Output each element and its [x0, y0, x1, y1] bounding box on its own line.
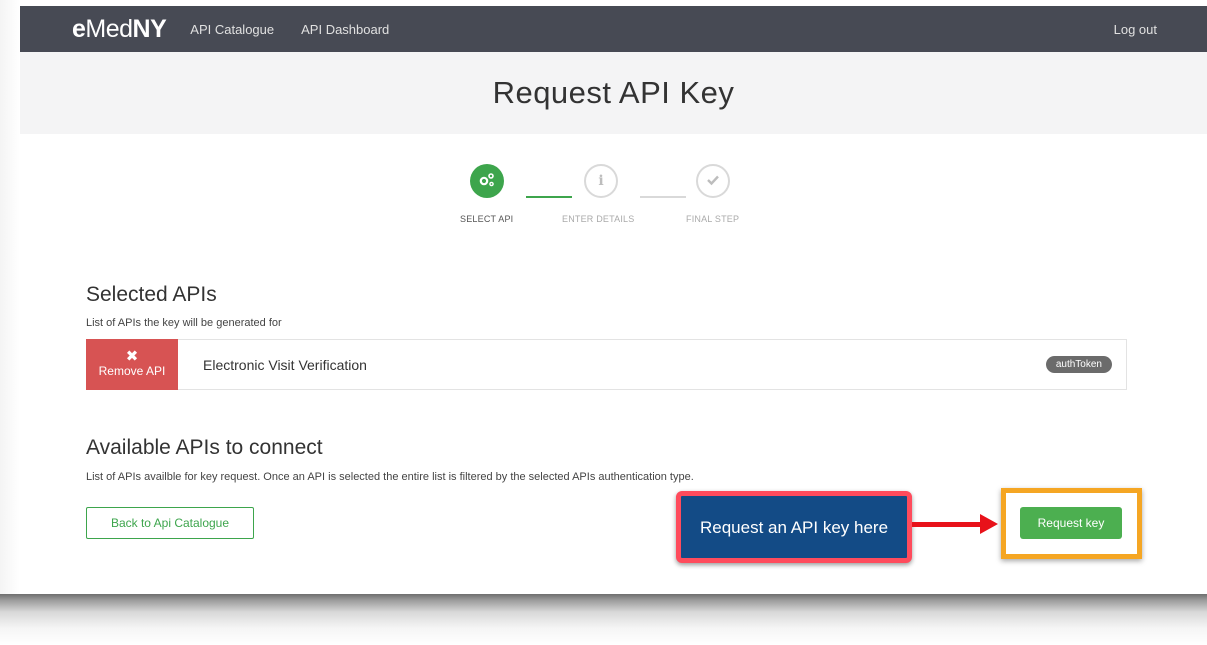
selected-apis-title: Selected APIs [86, 283, 217, 306]
nav-api-dashboard[interactable]: API Dashboard [301, 22, 389, 37]
remove-api-button[interactable]: ✖ Remove API [86, 338, 178, 390]
auth-type-badge: authToken [1045, 356, 1112, 373]
step-label-enter-details: ENTER DETAILS [562, 214, 635, 224]
page-header: Request API Key [20, 52, 1207, 134]
api-name: Electronic Visit Verification [203, 356, 367, 373]
page-title: Request API Key [492, 75, 735, 110]
request-key-button[interactable]: Request key [1020, 507, 1122, 539]
selected-apis-description: List of APIs the key will be generated f… [86, 317, 282, 329]
check-icon [706, 173, 720, 189]
annotation-arrow-head [980, 514, 998, 534]
nav-api-catalogue[interactable]: API Catalogue [190, 22, 274, 37]
left-gutter [0, 0, 20, 600]
brand-logo[interactable]: eMedNY [72, 6, 167, 52]
available-apis-description: List of APIs availble for key request. O… [86, 471, 694, 483]
step-label-final-step: FINAL STEP [686, 214, 740, 224]
brand-prefix: e [72, 15, 86, 43]
brand-mid: Med [85, 15, 133, 43]
back-to-catalogue-button[interactable]: Back to Api Catalogue [86, 507, 254, 539]
callout-text: Request an API key here [699, 517, 889, 537]
remove-api-label: Remove API [98, 364, 166, 378]
logout-link[interactable]: Log out [1114, 22, 1157, 37]
step-final-circle [696, 164, 730, 198]
step-select-api-circle [470, 164, 504, 198]
selected-api-row: ✖ Remove API Electronic Visit Verificati… [86, 338, 1127, 390]
info-icon: i [598, 173, 604, 189]
step-label-select-api: SELECT API [460, 214, 514, 224]
step-connector-2 [640, 196, 686, 198]
annotation-arrow-line [912, 522, 984, 527]
brand-suffix: NY [132, 15, 167, 43]
step-enter-details-circle: i [584, 164, 618, 198]
gears-icon [478, 172, 496, 191]
step-connector-1 [526, 196, 572, 198]
available-apis-title: Available APIs to connect [86, 436, 323, 459]
bottom-shadow [0, 594, 1207, 645]
top-navbar: eMedNY API Catalogue API Dashboard Log o… [20, 6, 1207, 52]
annotation-callout: Request an API key here [676, 491, 912, 563]
close-icon: ✖ [125, 348, 139, 365]
